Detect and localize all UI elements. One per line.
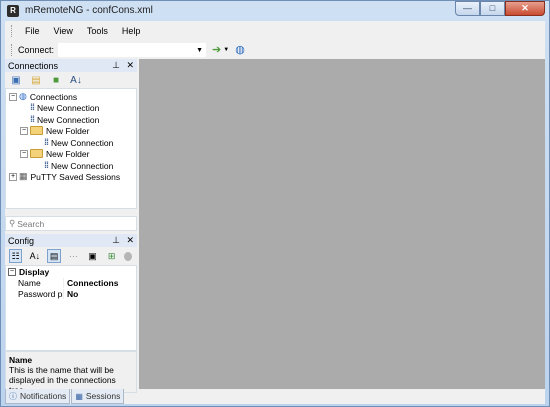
expand-icon[interactable]: +: [9, 172, 17, 181]
folder-icon: [30, 149, 43, 158]
property-row-password[interactable]: Password pro No: [6, 288, 136, 299]
menu-grip: [11, 25, 14, 37]
connect-input[interactable]: ▼: [58, 43, 207, 57]
collapse-icon[interactable]: −: [20, 149, 28, 158]
property-value[interactable]: No: [64, 289, 78, 299]
connections-panel-header: Connections ⊥ ✕: [5, 59, 137, 72]
menu-bar: File View Tools Help: [5, 21, 545, 41]
tree-item-connection[interactable]: ⁞⁞ New Connection: [30, 102, 99, 113]
status-icon: [124, 251, 133, 261]
tab-label: Notifications: [20, 391, 67, 401]
property-grid: − Display Name Connections Password pro …: [5, 265, 137, 351]
property-value[interactable]: Connections: [64, 278, 118, 288]
tree-item-folder[interactable]: − New Folder: [20, 125, 89, 136]
connections-tree: − ◍ Connections ⁞⁞ New Connection ⁞⁞ New…: [5, 88, 137, 209]
tree-item-label: Connections: [29, 91, 78, 102]
search-input[interactable]: ⚲ Search: [5, 216, 137, 231]
main-document-area: [139, 59, 545, 389]
tree-item-label: New Folder: [46, 125, 90, 136]
connections-panel-title: Connections: [8, 60, 59, 71]
property-key: Name: [6, 277, 64, 288]
minimize-button[interactable]: —: [455, 1, 480, 16]
config-panel-title: Config: [8, 235, 35, 246]
inheritance-icon[interactable]: ⋯: [67, 249, 80, 263]
collapse-icon[interactable]: −: [8, 267, 16, 276]
panel-close-icon[interactable]: ✕: [126, 60, 134, 70]
putty-icon: ▦: [19, 171, 28, 181]
property-row-name[interactable]: Name Connections: [6, 277, 136, 288]
title-bar[interactable]: R mRemoteNG - confCons.xml — □ ✕: [1, 1, 549, 21]
alphabetical-icon[interactable]: A↓: [28, 249, 41, 263]
pin-icon[interactable]: ⊥: [112, 60, 120, 70]
view-icon[interactable]: ■: [49, 74, 63, 87]
category-label: Display: [19, 266, 50, 277]
bottom-tab-strip: ⓘ Notifications ▦ Sessions: [5, 389, 545, 404]
default-inheritance-icon[interactable]: ⊞: [105, 249, 118, 263]
search-icon: ⚲: [9, 218, 16, 228]
tree-item-folder[interactable]: − New Folder: [20, 148, 89, 159]
folder-icon: [30, 126, 43, 135]
go-dropdown-icon[interactable]: ▼: [223, 47, 229, 53]
tree-item-connection[interactable]: ⁞⁞ New Connection: [44, 160, 113, 171]
tree-item-putty[interactable]: + ▦ PuTTY Saved Sessions: [9, 171, 120, 182]
tree-item-label: New Connection: [37, 102, 100, 113]
globe-icon: ◍: [19, 91, 27, 101]
connect-label: Connect:: [18, 45, 55, 55]
new-connection-icon[interactable]: ▣: [9, 74, 23, 87]
app-window: R mRemoteNG - confCons.xml — □ ✕ File Vi…: [0, 0, 550, 407]
property-key: Password pro: [6, 288, 64, 299]
search-placeholder: Search: [17, 218, 45, 229]
tree-item-label: New Connection: [37, 114, 100, 125]
close-button[interactable]: ✕: [505, 1, 545, 16]
sessions-icon: ▦: [75, 391, 83, 401]
connection-icon: ⁞⁞: [44, 137, 49, 147]
left-dock: Connections ⊥ ✕ ▣ ▤ ■ A↓ − ◍ Connections: [5, 59, 137, 395]
sort-icon[interactable]: A↓: [69, 74, 83, 87]
config-panel-header: Config ⊥ ✕: [5, 234, 137, 247]
tree-root-connections[interactable]: − ◍ Connections: [9, 91, 77, 102]
window-title: mRemoteNG - confCons.xml: [25, 5, 153, 16]
app-logo-icon: R: [7, 5, 19, 17]
menu-file[interactable]: File: [18, 26, 47, 36]
description-title: Name: [9, 355, 33, 365]
connection-icon: ⁞⁞: [44, 160, 49, 170]
new-folder-icon[interactable]: ▤: [29, 74, 43, 87]
connection-icon: ⁞⁞: [30, 102, 35, 112]
collapse-icon[interactable]: −: [20, 126, 28, 135]
property-description: Name This is the name that will be displ…: [5, 351, 137, 395]
toolbar-grip: [11, 44, 14, 56]
go-arrow-icon[interactable]: ➔: [212, 43, 221, 57]
quick-connect-toolbar: Connect: ▼ ➔ ▼ ◍: [5, 41, 545, 59]
menu-help[interactable]: Help: [115, 26, 148, 36]
tree-item-connection[interactable]: ⁞⁞ New Connection: [44, 137, 113, 148]
client-area: File View Tools Help Connect: ▼ ➔ ▼ ◍ Co…: [5, 21, 545, 404]
panel-close-icon[interactable]: ✕: [126, 235, 134, 245]
connections-toolbar: ▣ ▤ ■ A↓: [5, 72, 137, 88]
properties-icon[interactable]: ▤: [47, 249, 61, 263]
tree-item-label: New Connection: [51, 137, 114, 148]
window-controls: — □ ✕: [455, 1, 545, 16]
globe-icon[interactable]: ◍: [235, 43, 245, 57]
menu-view[interactable]: View: [47, 26, 80, 36]
config-toolbar: ☷ A↓ ▤ ⋯ ▣ ⊞: [5, 247, 137, 265]
notifications-icon: ⓘ: [9, 391, 17, 401]
tab-label: Sessions: [85, 391, 121, 401]
categorized-icon[interactable]: ☷: [9, 249, 23, 263]
category-display[interactable]: − Display: [6, 266, 136, 277]
collapse-icon[interactable]: −: [9, 92, 17, 101]
default-properties-icon[interactable]: ▣: [86, 249, 99, 263]
tab-sessions[interactable]: ▦ Sessions: [71, 389, 125, 404]
tree-item-label: New Connection: [51, 160, 114, 171]
tab-notifications[interactable]: ⓘ Notifications: [5, 389, 71, 404]
pin-icon[interactable]: ⊥: [112, 235, 120, 245]
maximize-button[interactable]: □: [480, 1, 505, 16]
menu-tools[interactable]: Tools: [80, 26, 115, 36]
tree-item-connection[interactable]: ⁞⁞ New Connection: [30, 114, 99, 125]
chevron-down-icon[interactable]: ▼: [196, 44, 203, 57]
connection-icon: ⁞⁞: [30, 114, 35, 124]
tree-item-label: New Folder: [46, 148, 90, 159]
tree-item-label: PuTTY Saved Sessions: [30, 171, 121, 182]
